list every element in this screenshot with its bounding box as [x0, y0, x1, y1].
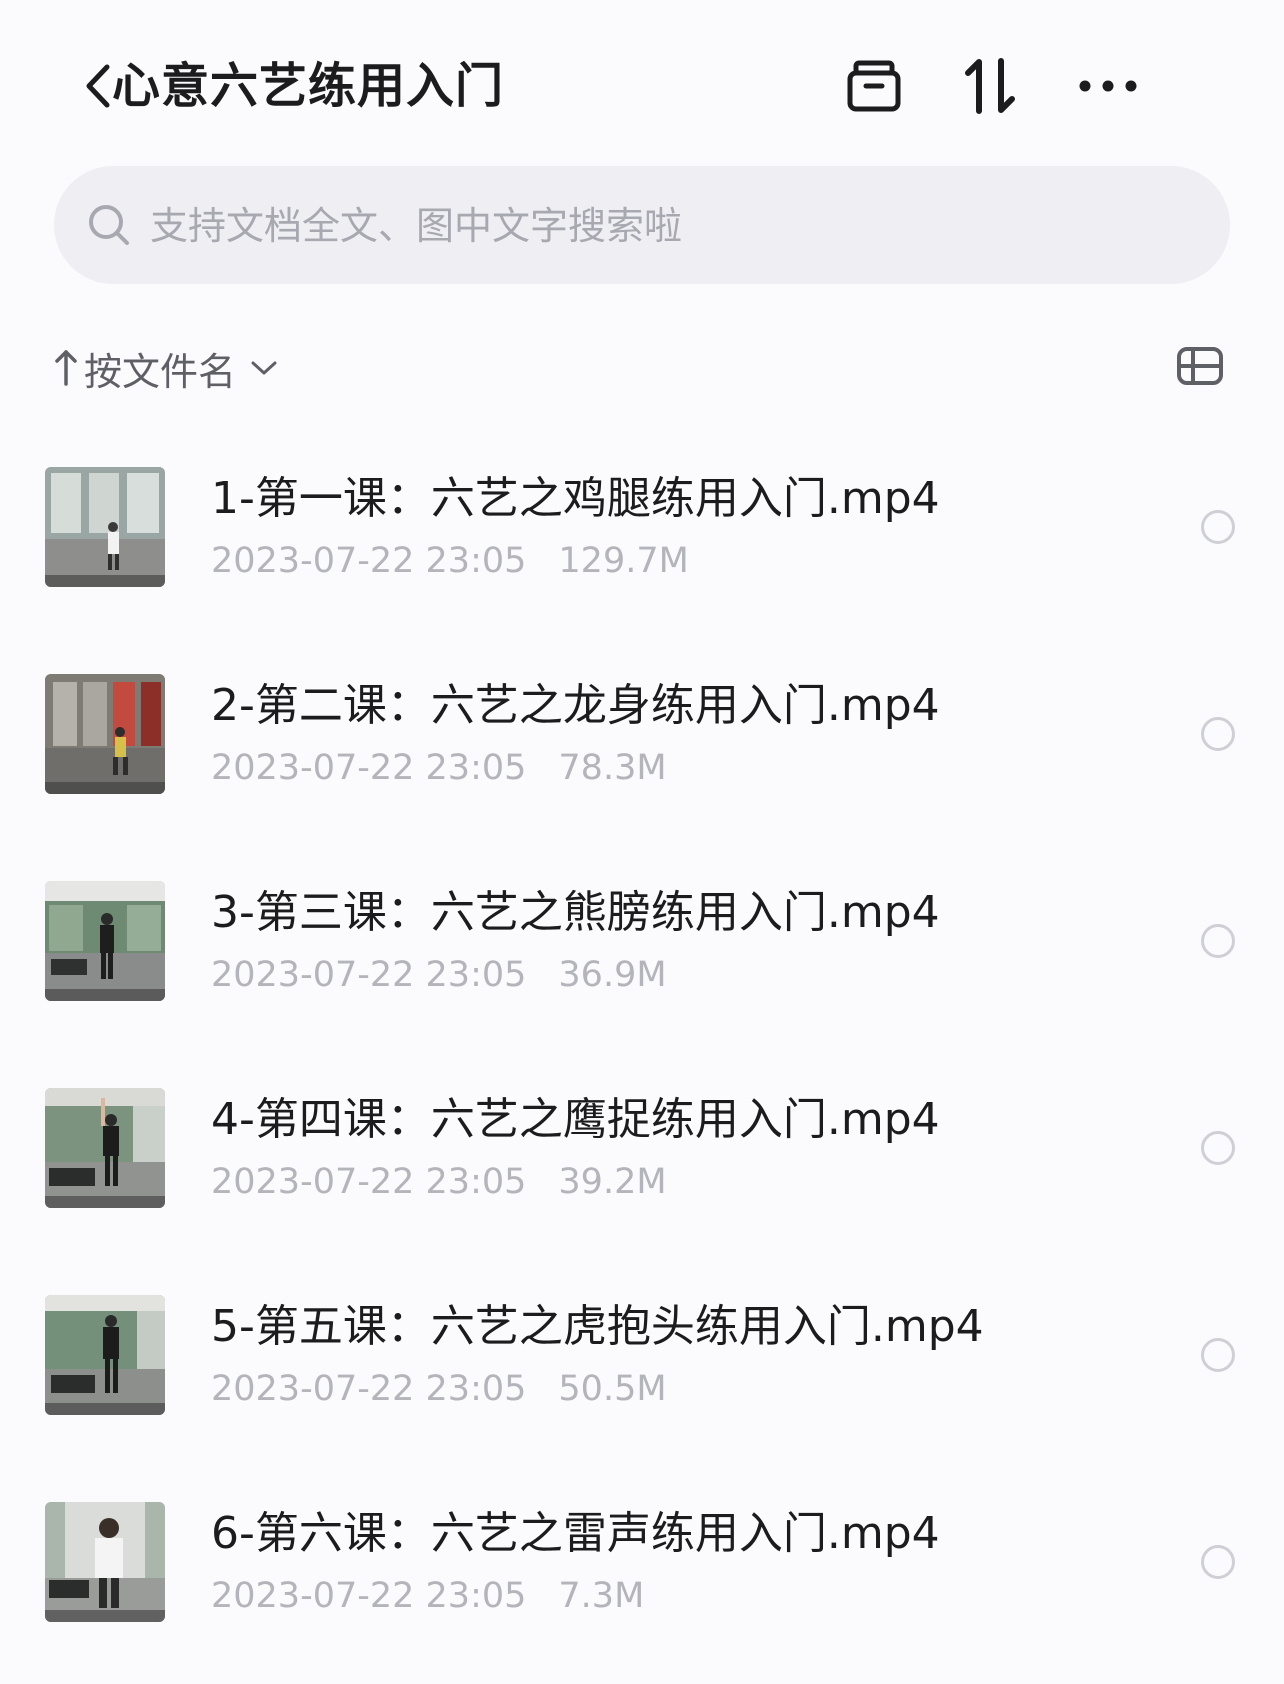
file-name: 3-第三课：六艺之熊膀练用入门.mp4: [211, 887, 940, 938]
file-meta: 2023-07-22 23:05 7.3M: [211, 1573, 644, 1619]
file-name: 6-第六课：六艺之雷声练用入门.mp4: [211, 1508, 940, 1559]
select-checkbox[interactable]: [1201, 510, 1235, 544]
file-meta: 2023-07-22 23:05 36.9M: [211, 952, 667, 998]
sort-label: 按文件名: [84, 349, 237, 394]
select-checkbox[interactable]: [1201, 717, 1235, 751]
sort-dropdown[interactable]: 按文件名: [54, 340, 278, 396]
file-meta: 2023-07-22 23:05 39.2M: [211, 1159, 667, 1205]
arrow-up-icon: [55, 350, 77, 386]
file-row[interactable]: 1-第一课：六艺之鸡腿练用入门.mp4 2023-07-22 23:05 129.…: [0, 437, 1284, 644]
sort-button[interactable]: [958, 54, 1022, 118]
select-checkbox[interactable]: [1201, 1545, 1235, 1579]
search-input[interactable]: [150, 188, 1190, 264]
file-size: 50.5M: [558, 1369, 667, 1409]
file-size: 129.7M: [558, 541, 689, 581]
file-size: 7.3M: [558, 1576, 645, 1616]
file-row[interactable]: 5-第五课：六艺之虎抱头练用入门.mp4 2023-07-22 23:05 50.…: [0, 1265, 1284, 1472]
file-date: 2023-07-22 23:05: [211, 955, 527, 995]
file-meta: 2023-07-22 23:05 78.3M: [211, 745, 667, 791]
file-size: 78.3M: [558, 748, 667, 788]
file-date: 2023-07-22 23:05: [211, 541, 527, 581]
file-row[interactable]: 6-第六课：六艺之雷声练用入门.mp4 2023-07-22 23:05 7.3M: [0, 1472, 1284, 1679]
file-date: 2023-07-22 23:05: [211, 1576, 527, 1616]
chevron-left-icon: [86, 64, 110, 108]
video-thumbnail: [45, 1295, 165, 1415]
file-row[interactable]: 4-第四课：六艺之鹰捉练用入门.mp4 2023-07-22 23:05 39.2…: [0, 1058, 1284, 1265]
file-size: 36.9M: [558, 955, 667, 995]
file-date: 2023-07-22 23:05: [211, 1162, 527, 1202]
file-size: 39.2M: [558, 1162, 667, 1202]
video-thumbnail: [45, 1502, 165, 1622]
file-date: 2023-07-22 23:05: [211, 748, 527, 788]
sort-icon: [965, 58, 1015, 114]
select-checkbox[interactable]: [1201, 1131, 1235, 1165]
view-mode-icon[interactable]: [1176, 346, 1224, 386]
file-name: 2-第二课：六艺之龙身练用入门.mp4: [211, 680, 940, 731]
file-row[interactable]: 2-第二课：六艺之龙身练用入门.mp4 2023-07-22 23:05 78.3…: [0, 644, 1284, 851]
archive-button[interactable]: [842, 54, 906, 118]
video-thumbnail: [45, 1088, 165, 1208]
file-date: 2023-07-22 23:05: [211, 1369, 527, 1409]
file-list: 1-第一课：六艺之鸡腿练用入门.mp4 2023-07-22 23:05 129.…: [0, 437, 1284, 1679]
more-button[interactable]: [1076, 54, 1140, 118]
archive-icon: [847, 60, 901, 112]
file-name: 1-第一课：六艺之鸡腿练用入门.mp4: [211, 473, 940, 524]
search-icon: [89, 205, 129, 245]
video-thumbnail: [45, 674, 165, 794]
more-icon: [1079, 80, 1137, 92]
video-thumbnail: [45, 467, 165, 587]
header-bar: 心意六艺练用入门: [0, 0, 1284, 170]
file-meta: 2023-07-22 23:05 129.7M: [211, 538, 689, 584]
page-title: 心意六艺练用入门: [112, 58, 505, 114]
select-checkbox[interactable]: [1201, 924, 1235, 958]
chevron-down-icon: [251, 361, 277, 375]
video-thumbnail: [45, 881, 165, 1001]
file-name: 5-第五课：六艺之虎抱头练用入门.mp4: [211, 1301, 984, 1352]
file-name: 4-第四课：六艺之鹰捉练用入门.mp4: [211, 1094, 940, 1145]
file-meta: 2023-07-22 23:05 50.5M: [211, 1366, 667, 1412]
select-checkbox[interactable]: [1201, 1338, 1235, 1372]
file-row[interactable]: 3-第三课：六艺之熊膀练用入门.mp4 2023-07-22 23:05 36.9…: [0, 851, 1284, 1058]
